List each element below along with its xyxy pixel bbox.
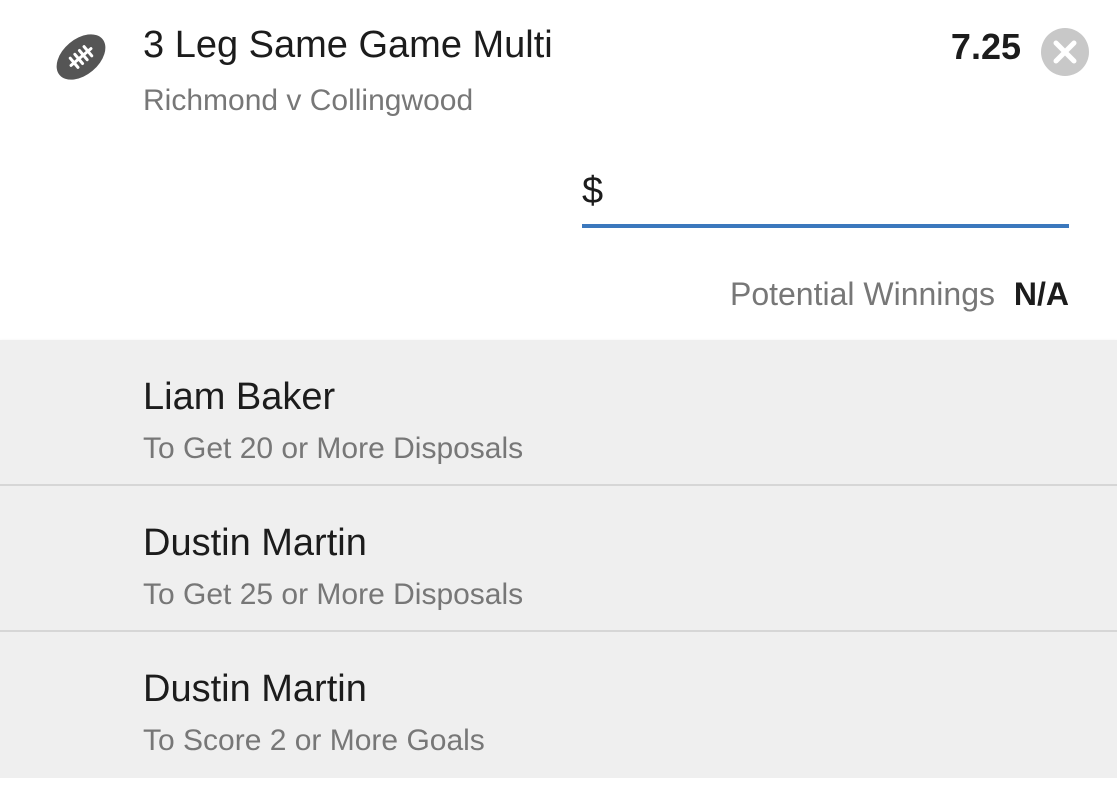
close-icon (1053, 40, 1077, 64)
bottom-spacer (0, 778, 1117, 797)
bet-slip-card: 3 Leg Same Game Multi Richmond v Colling… (0, 0, 1117, 797)
remove-bet-button[interactable] (1041, 28, 1089, 76)
leg-selection: To Get 20 or More Disposals (143, 432, 524, 465)
potential-winnings-value: N/A (1013, 276, 1069, 312)
leg-selection: To Get 25 or More Disposals (143, 578, 524, 611)
list-item: Liam Baker To Get 20 or More Disposals (0, 340, 1117, 486)
currency-symbol: $ (582, 170, 604, 212)
list-item: Dustin Martin To Get 25 or More Disposal… (0, 486, 1117, 632)
match-name: Richmond v Collingwood (143, 84, 474, 117)
leg-player-name: Dustin Martin (143, 522, 367, 564)
legs-list: Liam Baker To Get 20 or More Disposals D… (0, 340, 1117, 778)
bet-title: 3 Leg Same Game Multi (143, 24, 553, 66)
leg-player-name: Dustin Martin (143, 668, 367, 710)
leg-player-name: Liam Baker (143, 376, 336, 418)
list-item: Dustin Martin To Score 2 or More Goals (0, 632, 1117, 778)
bet-header: 3 Leg Same Game Multi Richmond v Colling… (0, 0, 1117, 340)
stake-field[interactable]: $ (582, 166, 1069, 228)
stake-input[interactable] (620, 166, 1064, 224)
football-icon (52, 28, 110, 86)
potential-winnings: Potential Winnings N/A (730, 276, 1069, 313)
leg-selection: To Score 2 or More Goals (143, 724, 485, 757)
potential-winnings-label: Potential Winnings (729, 276, 995, 312)
odds-value: 7.25 (950, 26, 1021, 67)
